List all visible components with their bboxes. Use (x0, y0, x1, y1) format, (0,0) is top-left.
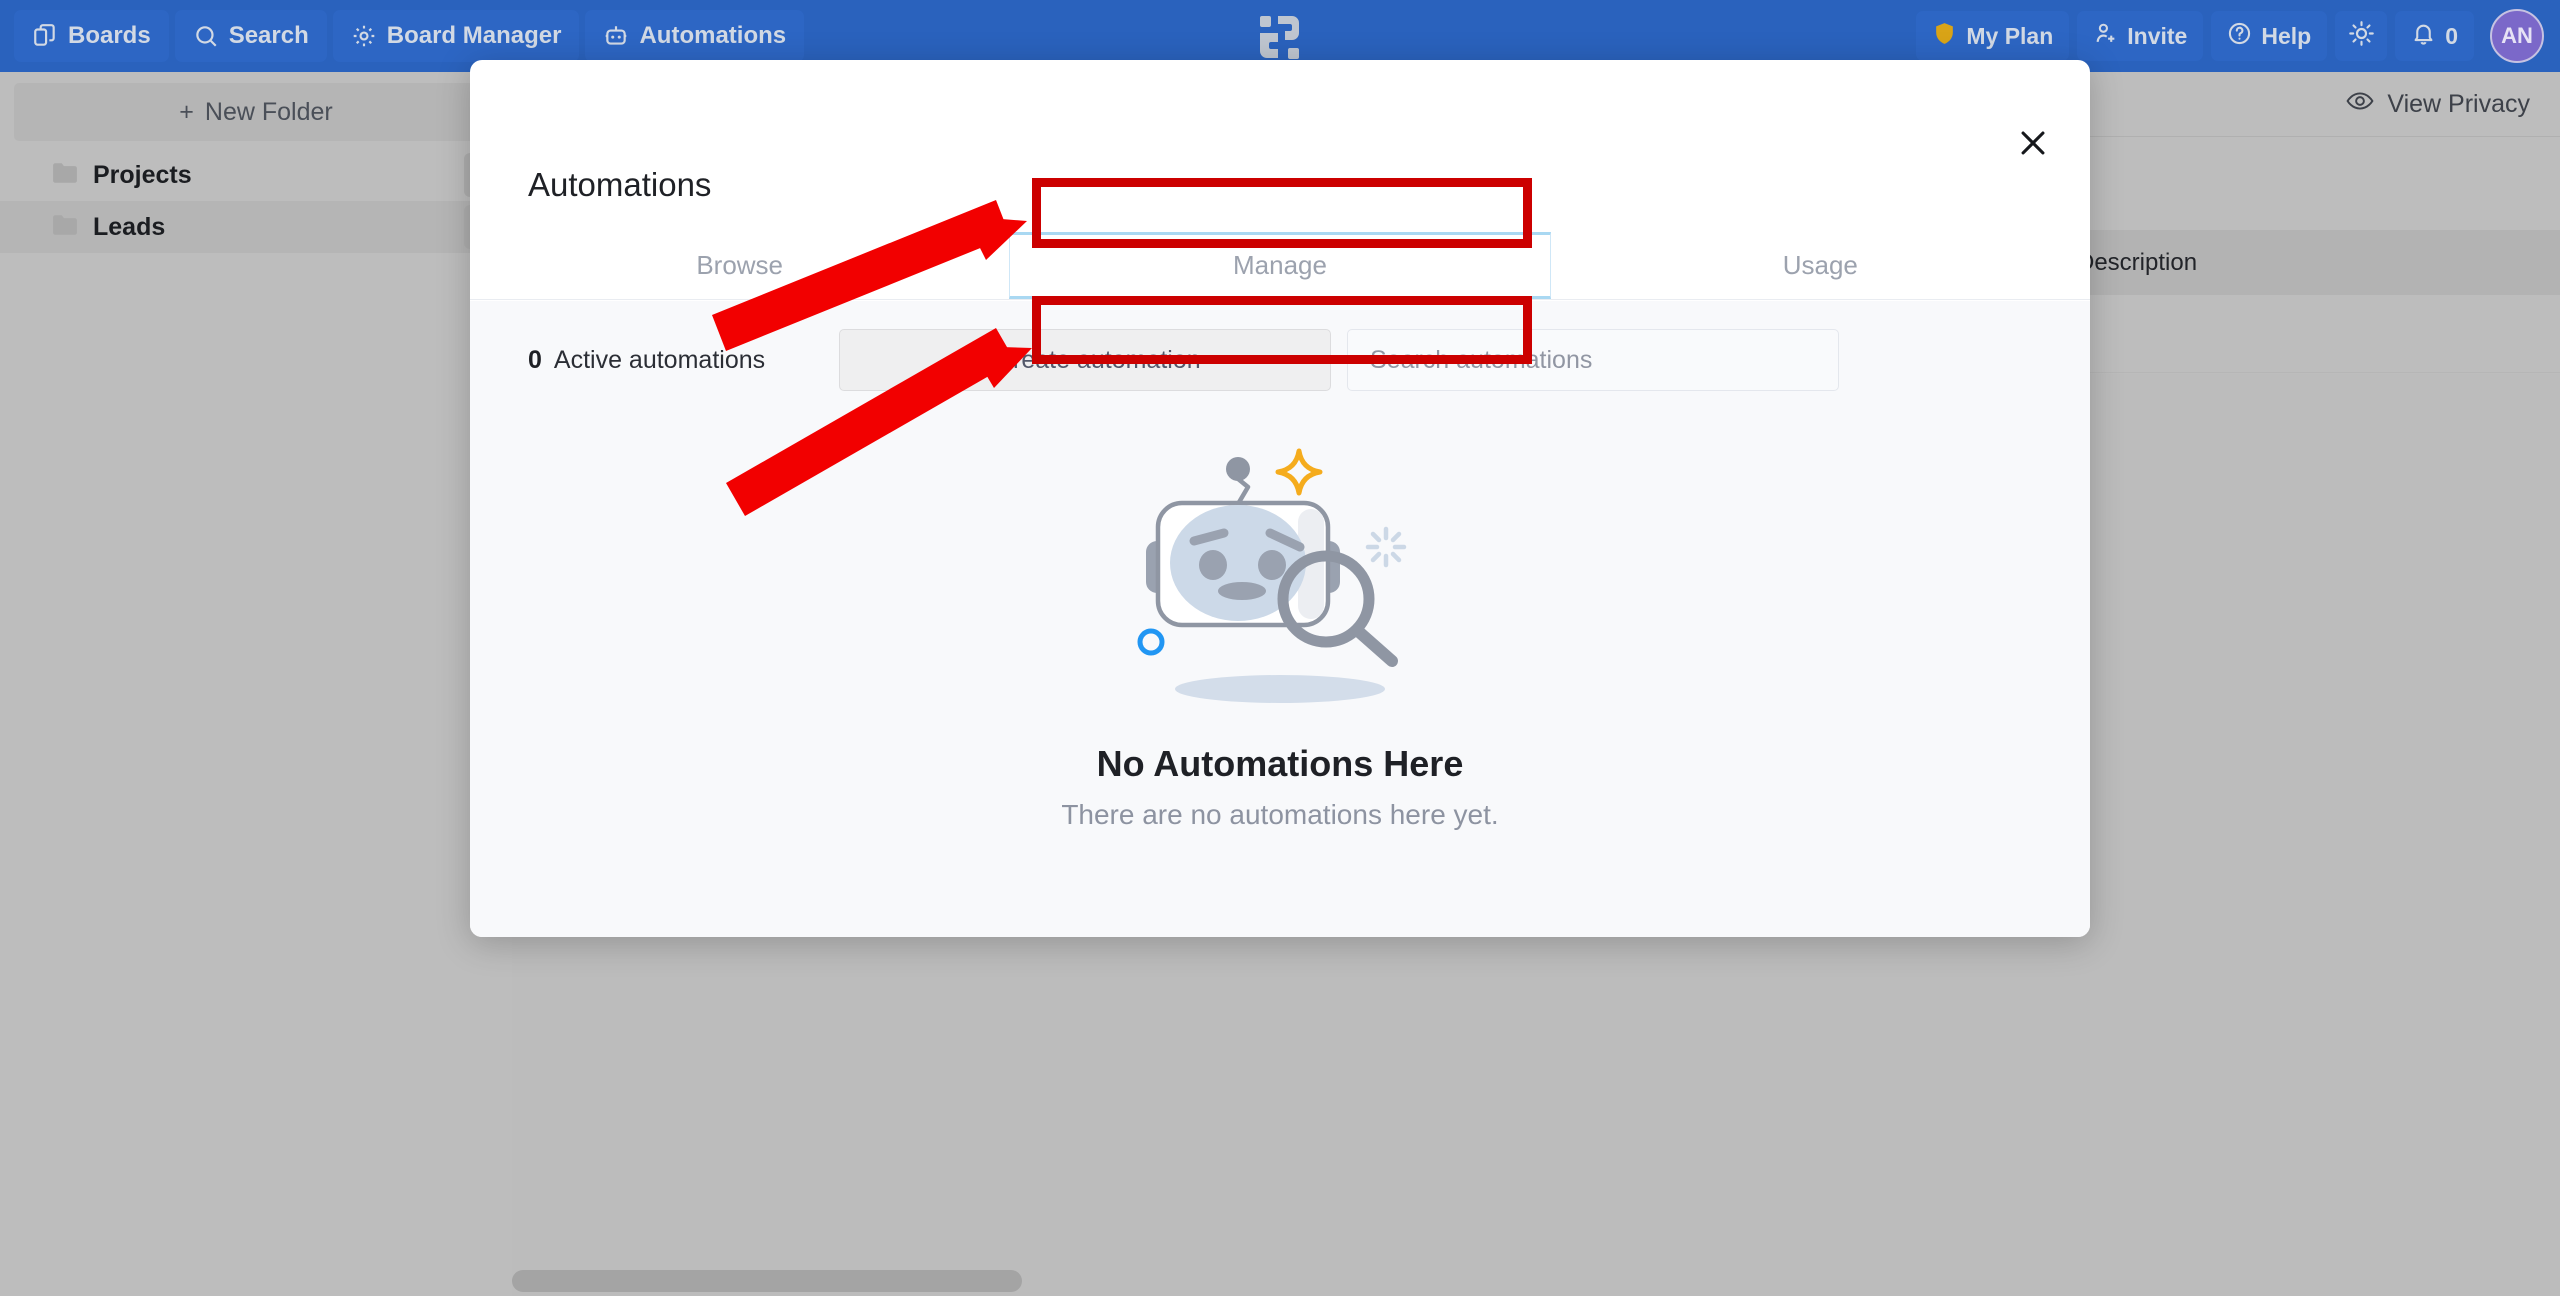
tab-manage[interactable]: Manage (1009, 232, 1551, 299)
theme-toggle-button[interactable] (2335, 11, 2388, 61)
help-button[interactable]: Help (2211, 11, 2328, 61)
modal-tabs: Browse Manage Usage (470, 232, 2090, 300)
gear-icon (351, 23, 377, 49)
view-privacy-button[interactable]: View Privacy (2346, 90, 2530, 119)
new-folder-button[interactable]: + New Folder (14, 83, 498, 141)
invite-button[interactable]: Invite (2077, 11, 2204, 61)
page-title: Automations (528, 166, 712, 203)
app-root: Boards Search Board Manager Automations … (0, 0, 2560, 1296)
empty-state-subtitle: There are no automations here yet. (1061, 799, 1499, 830)
tab-usage[interactable]: Usage (1551, 232, 2090, 299)
nav-search-button[interactable]: Search (174, 10, 327, 62)
new-folder-label: New Folder (204, 97, 333, 126)
column-header-description: Description (2077, 248, 2198, 276)
modal-controls: 0 Active automations + Create automation… (470, 301, 2090, 419)
sidebar-item-leads[interactable]: Leads 1 (0, 201, 512, 253)
plus-icon: + (969, 345, 984, 374)
sun-icon (2348, 20, 2375, 52)
my-plan-label: My Plan (1966, 22, 2054, 49)
folder-icon (52, 162, 78, 189)
eye-icon (2346, 90, 2374, 119)
plus-icon: + (179, 97, 194, 126)
active-automations-count: 0 Active automations (528, 346, 798, 375)
modal-body: 0 Active automations + Create automation… (470, 301, 2090, 937)
sidebar: Marketing Overview + New Folder Projects… (0, 0, 512, 1296)
search-automations-input[interactable]: Search automations (1347, 329, 1839, 391)
automations-modal: Automations Browse Manage Usage 0 Active… (470, 60, 2090, 937)
folder-icon (52, 214, 78, 241)
bell-icon (2411, 21, 2436, 52)
robot-icon (603, 23, 629, 49)
nav-automations-button[interactable]: Automations (585, 10, 805, 62)
tab-usage-label: Usage (1782, 250, 1858, 280)
close-icon[interactable] (2012, 122, 2054, 164)
sad-robot-magnifier-illustration (1120, 431, 1440, 721)
invite-label: Invite (2127, 22, 2188, 49)
tab-browse[interactable]: Browse (470, 232, 1009, 299)
folder-name: Leads (93, 212, 166, 241)
app-logo[interactable] (1254, 12, 1306, 62)
nav-boards-label: Boards (68, 22, 151, 49)
empty-state: No Automations Here There are no automat… (470, 431, 2090, 831)
horizontal-scrollbar-thumb[interactable] (512, 1270, 1022, 1292)
notification-count: 0 (2445, 22, 2458, 49)
tab-browse-label: Browse (696, 250, 784, 280)
top-nav-group: Boards Search Board Manager Automations (0, 10, 805, 62)
nav-search-label: Search (228, 22, 309, 49)
nav-automations-label: Automations (639, 22, 787, 49)
view-privacy-label: View Privacy (2387, 89, 2530, 118)
notifications-button[interactable]: 0 (2395, 11, 2474, 61)
tab-manage-label: Manage (1233, 250, 1327, 280)
active-count-number: 0 (528, 345, 542, 374)
avatar[interactable]: AN (2490, 9, 2544, 63)
search-placeholder: Search automations (1370, 345, 1593, 374)
help-label: Help (2261, 22, 2312, 49)
create-automation-label: Create automation (994, 345, 1201, 374)
active-count-label: Active automations (553, 345, 766, 374)
horizontal-scrollbar-track[interactable] (512, 1270, 2560, 1296)
boards-icon (32, 23, 58, 49)
nav-board-manager-button[interactable]: Board Manager (332, 10, 580, 62)
my-plan-button[interactable]: My Plan (1916, 11, 2070, 61)
person-add-icon (2093, 21, 2118, 52)
create-automation-button[interactable]: + Create automation (839, 329, 1331, 391)
nav-boards-button[interactable]: Boards (14, 10, 169, 62)
question-circle-icon (2227, 21, 2252, 52)
folder-name: Projects (93, 160, 192, 189)
nav-board-manager-label: Board Manager (386, 22, 562, 49)
avatar-initials: AN (2501, 23, 2533, 48)
empty-state-title: No Automations Here (1096, 743, 1464, 784)
sidebar-item-projects[interactable]: Projects 4 (0, 149, 512, 201)
search-icon (193, 23, 219, 49)
shield-icon (1932, 21, 1957, 52)
